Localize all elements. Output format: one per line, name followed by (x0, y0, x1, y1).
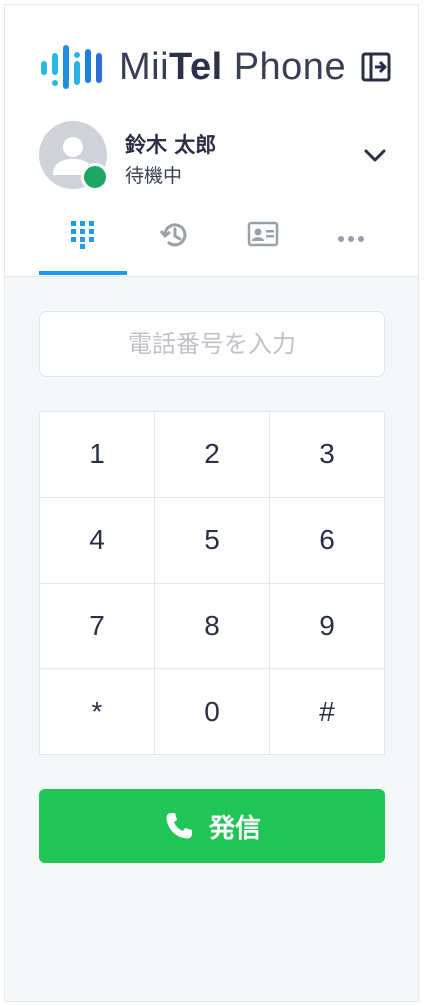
app-window: MiiTel Phone 鈴木 太郎 待機中 電話番号を入力 1 2 3 4 5… (4, 4, 419, 1002)
tab-dialpad[interactable] (39, 205, 127, 277)
chevron-down-icon[interactable] (361, 141, 389, 169)
active-tab-indicator (39, 271, 127, 275)
call-button[interactable]: 発信 (39, 789, 385, 863)
key-0[interactable]: 0 (155, 669, 270, 755)
key-2[interactable]: 2 (155, 412, 270, 498)
more-icon (338, 236, 364, 242)
key-7[interactable]: 7 (40, 583, 155, 670)
app-title: MiiTel Phone (119, 46, 347, 88)
key-6[interactable]: 6 (270, 497, 385, 584)
dialpad: 1 2 3 4 5 6 7 8 9 * 0 # (39, 411, 385, 755)
logout-icon[interactable] (358, 49, 394, 85)
contact-card-icon (247, 221, 279, 247)
key-5[interactable]: 5 (155, 497, 270, 584)
call-button-label: 発信 (208, 812, 261, 843)
presence-status-dot (81, 163, 109, 191)
user-name: 鈴木 太郎 (125, 133, 217, 157)
dialpad-icon (71, 221, 94, 249)
phone-icon (166, 813, 192, 839)
key-1[interactable]: 1 (40, 412, 155, 498)
key-8[interactable]: 8 (155, 583, 270, 670)
key-hash[interactable]: # (270, 669, 385, 755)
tab-bar (5, 205, 418, 277)
key-4[interactable]: 4 (40, 497, 155, 584)
tab-more[interactable] (307, 205, 395, 277)
key-9[interactable]: 9 (270, 583, 385, 670)
tab-contacts[interactable] (219, 205, 307, 277)
key-star[interactable]: * (40, 669, 155, 755)
phone-number-input[interactable] (39, 311, 385, 377)
key-3[interactable]: 3 (270, 412, 385, 498)
tab-history[interactable] (130, 205, 218, 277)
app-logo: MiiTel Phone (39, 39, 346, 95)
history-icon (159, 223, 187, 247)
user-status: 待機中 (125, 165, 183, 187)
top-panel: MiiTel Phone 鈴木 太郎 待機中 (5, 5, 418, 277)
soundwave-logo-icon (41, 45, 102, 89)
